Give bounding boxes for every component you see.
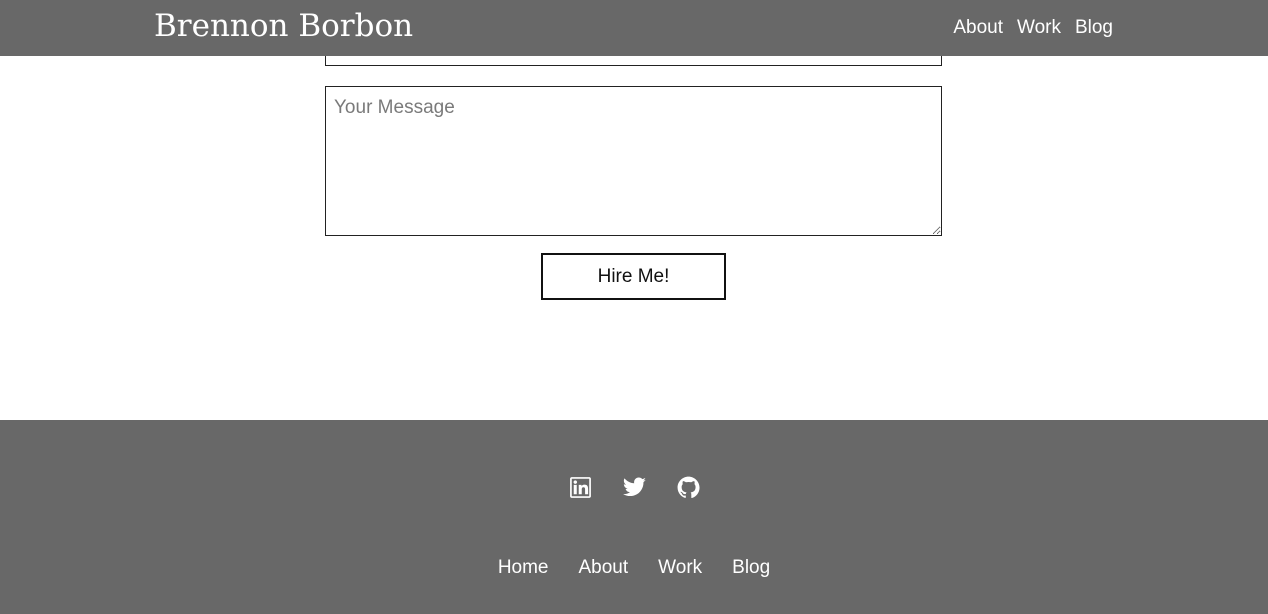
twitter-icon[interactable] <box>622 475 647 500</box>
footer-link-work[interactable]: Work <box>658 557 702 579</box>
header-nav: About Work Blog <box>953 17 1113 39</box>
site-header: Brennon Borbon About Work Blog <box>0 0 1268 56</box>
message-textarea[interactable] <box>325 86 942 236</box>
footer-link-about[interactable]: About <box>579 557 629 579</box>
site-brand[interactable]: Brennon Borbon <box>154 8 413 44</box>
social-links <box>0 475 1268 500</box>
linkedin-icon[interactable] <box>568 475 593 500</box>
page: Brennon Borbon About Work Blog Hire Me! … <box>0 0 1268 614</box>
footer-nav: Home About Work Blog <box>0 557 1268 579</box>
footer-link-blog[interactable]: Blog <box>732 557 770 579</box>
footer-link-home[interactable]: Home <box>498 557 549 579</box>
nav-link-blog[interactable]: Blog <box>1075 17 1113 39</box>
github-icon[interactable] <box>676 475 701 500</box>
site-footer: Home About Work Blog <box>0 420 1268 614</box>
nav-link-about[interactable]: About <box>953 17 1003 39</box>
nav-link-work[interactable]: Work <box>1017 17 1061 39</box>
hire-me-button[interactable]: Hire Me! <box>541 253 726 300</box>
